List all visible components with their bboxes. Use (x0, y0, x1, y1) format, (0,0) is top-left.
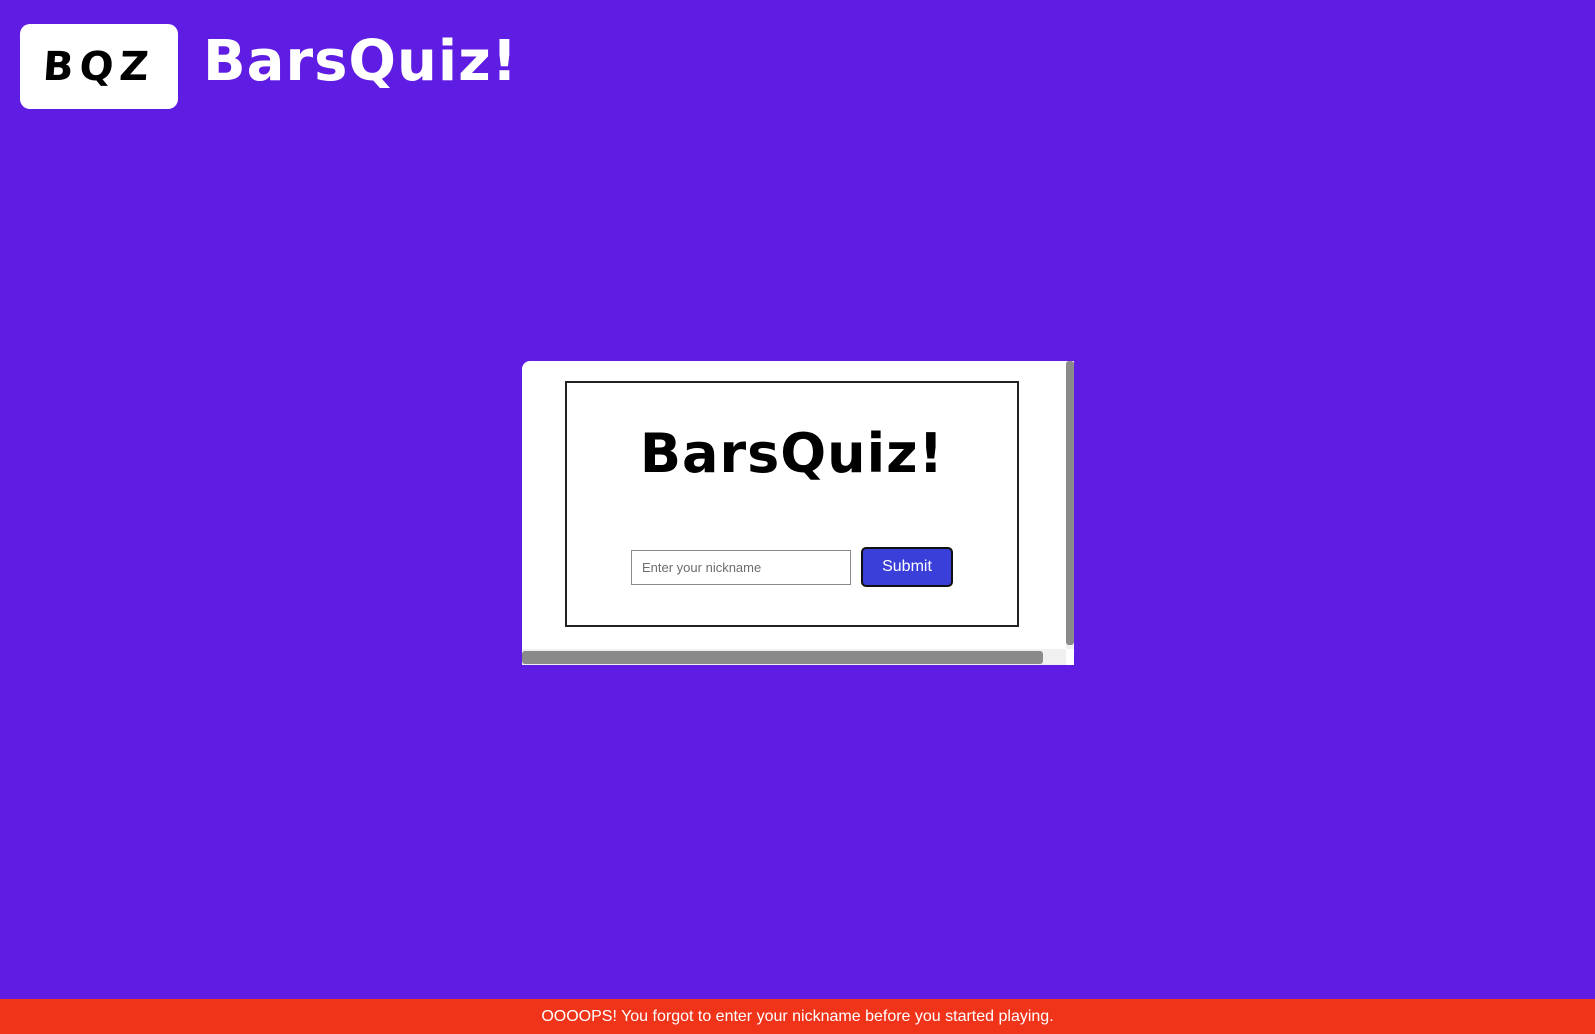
brand-title: BarsQuiz! (203, 29, 519, 94)
page: BQZ BarsQuiz! BarsQuiz! Submit OOOOPS! Y… (0, 0, 1595, 1034)
card-title: BarsQuiz! (639, 422, 945, 485)
logo-badge[interactable]: BQZ (20, 24, 178, 109)
vertical-scrollbar[interactable] (1066, 361, 1074, 649)
nickname-panel: BarsQuiz! Submit (522, 361, 1074, 665)
nickname-card: BarsQuiz! Submit (565, 381, 1019, 627)
logo-badge-text: BQZ (41, 43, 157, 90)
vertical-scrollbar-thumb[interactable] (1066, 361, 1074, 645)
error-message: OOOOPS! You forgot to enter your nicknam… (541, 1007, 1054, 1025)
nickname-input[interactable] (631, 549, 851, 585)
horizontal-scrollbar-thumb[interactable] (522, 651, 1043, 664)
submit-button[interactable]: Submit (861, 547, 953, 587)
error-bar: OOOOPS! You forgot to enter your nicknam… (0, 999, 1595, 1034)
horizontal-scrollbar[interactable] (522, 649, 1066, 665)
nickname-form: Submit (631, 547, 953, 587)
